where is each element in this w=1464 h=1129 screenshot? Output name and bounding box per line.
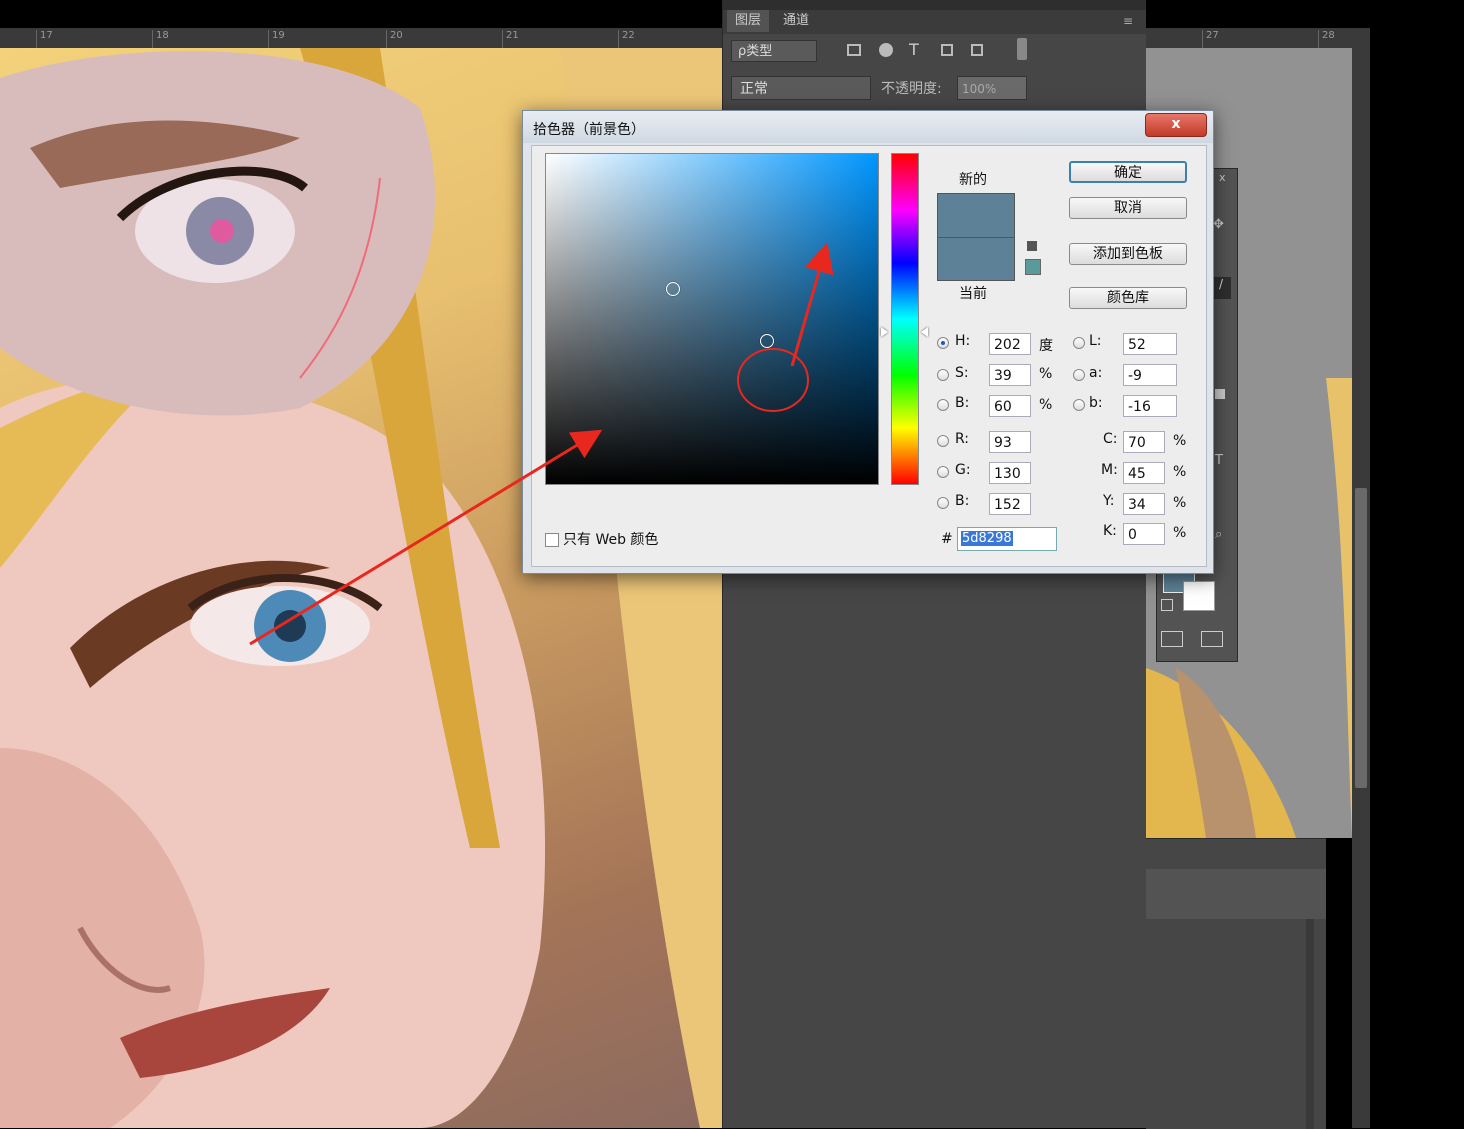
- annotation-arrow-up: [790, 242, 834, 367]
- annotation-arrow-to-field: [249, 429, 603, 646]
- annotation-overlay: [249, 242, 834, 646]
- annotation-circle: [737, 348, 809, 412]
